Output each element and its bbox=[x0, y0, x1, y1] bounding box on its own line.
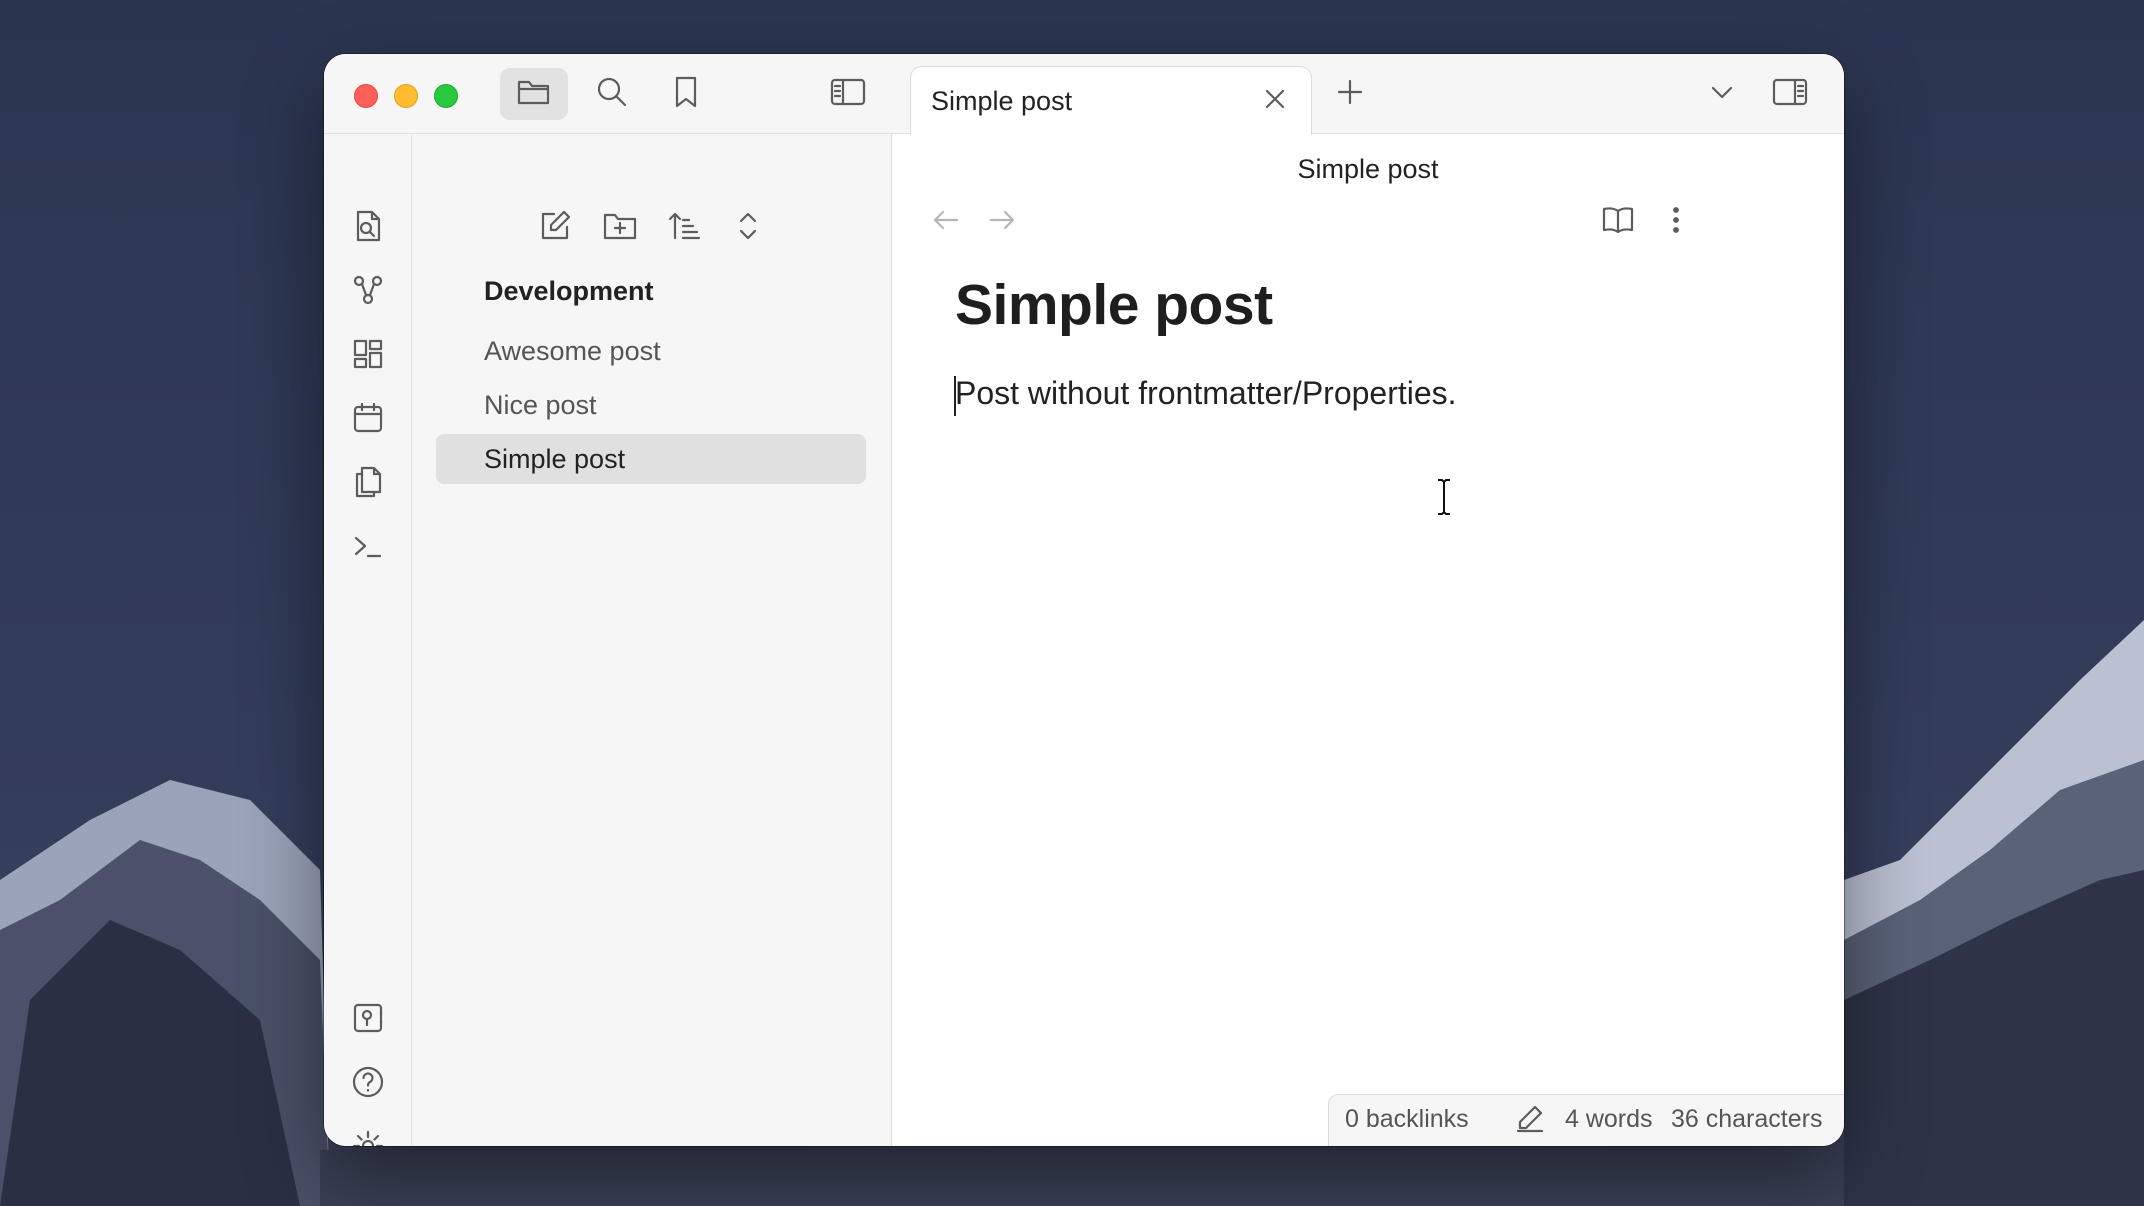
tab-list-button[interactable] bbox=[1700, 72, 1744, 116]
file-item-label: Nice post bbox=[484, 390, 597, 420]
settings-icon bbox=[351, 1129, 385, 1146]
more-vertical-icon bbox=[1671, 205, 1681, 240]
navigate-forward-button[interactable] bbox=[982, 202, 1022, 242]
sidebar-toggle-icon bbox=[830, 77, 866, 112]
note-title[interactable]: Simple post bbox=[955, 272, 1273, 338]
file-item-simple-post[interactable]: Simple post bbox=[436, 434, 866, 484]
arrow-left-icon bbox=[932, 208, 960, 237]
navigate-back-button[interactable] bbox=[926, 202, 966, 242]
canvas-button[interactable] bbox=[344, 332, 392, 380]
toggle-right-sidebar-button[interactable] bbox=[1764, 68, 1816, 120]
file-explorer-pane bbox=[412, 54, 892, 1146]
arrow-right-icon bbox=[988, 208, 1016, 237]
search-tab[interactable] bbox=[586, 68, 638, 120]
close-window-button[interactable] bbox=[354, 84, 378, 108]
sort-order-button[interactable] bbox=[660, 204, 708, 252]
collapse-all-button[interactable] bbox=[724, 204, 772, 252]
folder-development[interactable]: Development bbox=[484, 276, 654, 307]
help-icon bbox=[351, 1065, 385, 1104]
note-body[interactable]: Post without frontmatter/Properties. bbox=[955, 375, 1457, 412]
ibeam-cursor-icon bbox=[1434, 478, 1454, 521]
templates-button[interactable] bbox=[344, 460, 392, 508]
settings-button[interactable] bbox=[344, 1124, 392, 1146]
open-vault-button[interactable] bbox=[344, 996, 392, 1044]
graph-icon bbox=[351, 273, 385, 312]
graph-view-button[interactable] bbox=[344, 268, 392, 316]
close-tab-button[interactable] bbox=[1255, 81, 1295, 121]
canvas-icon bbox=[352, 338, 384, 375]
command-palette-button[interactable] bbox=[344, 524, 392, 572]
search-icon bbox=[595, 75, 629, 114]
sidebar-titlebar bbox=[324, 54, 892, 134]
status-bar: 0 backlinks 4 words 36 characters bbox=[1328, 1094, 1844, 1146]
collapse-expand-icon bbox=[734, 209, 762, 248]
help-button[interactable] bbox=[344, 1060, 392, 1108]
templates-icon bbox=[352, 465, 384, 504]
collapse-sidebar-button[interactable] bbox=[822, 68, 874, 120]
editor-pane: Simple post Simple post Simple post Post… bbox=[892, 54, 1844, 1146]
file-item-awesome-post[interactable]: Awesome post bbox=[436, 326, 866, 376]
sort-icon bbox=[667, 210, 701, 247]
bookmark-icon bbox=[672, 75, 700, 114]
reading-view-button[interactable] bbox=[1596, 200, 1640, 244]
quick-switcher-button[interactable] bbox=[344, 204, 392, 252]
plus-icon bbox=[1336, 78, 1364, 111]
character-count: 36 characters bbox=[1671, 1105, 1823, 1133]
word-count: 4 words bbox=[1565, 1105, 1653, 1133]
bookmarks-tab[interactable] bbox=[660, 68, 712, 120]
new-tab-button[interactable] bbox=[1328, 72, 1372, 116]
vault-switcher-icon bbox=[352, 1002, 384, 1039]
new-note-icon bbox=[538, 209, 572, 248]
tab-simple-post[interactable]: Simple post bbox=[910, 66, 1312, 135]
new-folder-button[interactable] bbox=[596, 204, 644, 252]
daily-notes-icon bbox=[352, 402, 384, 439]
app-window: Development Awesome post Nice post Simpl… bbox=[324, 54, 1844, 1146]
tab-label: Simple post bbox=[931, 86, 1073, 116]
zoom-window-button[interactable] bbox=[434, 84, 458, 108]
view-header-title[interactable]: Simple post bbox=[892, 154, 1844, 185]
chevron-down-icon bbox=[1708, 78, 1736, 111]
more-options-button[interactable] bbox=[1658, 200, 1694, 244]
new-note-button[interactable] bbox=[531, 204, 579, 252]
new-folder-icon bbox=[602, 210, 638, 247]
files-tab[interactable] bbox=[500, 68, 568, 120]
switcher-icon bbox=[352, 209, 384, 248]
file-item-label: Awesome post bbox=[484, 336, 661, 366]
right-sidebar-icon bbox=[1772, 77, 1808, 112]
minimize-window-button[interactable] bbox=[394, 84, 418, 108]
text-caret bbox=[954, 376, 956, 416]
editing-mode-icon[interactable] bbox=[1515, 1103, 1545, 1140]
close-icon bbox=[1263, 87, 1287, 116]
tab-bar: Simple post bbox=[892, 54, 1844, 135]
daily-note-button[interactable] bbox=[344, 396, 392, 444]
command-palette-icon bbox=[352, 532, 384, 565]
backlinks-count[interactable]: 0 backlinks bbox=[1345, 1105, 1469, 1134]
file-item-label: Simple post bbox=[484, 444, 626, 474]
file-item-nice-post[interactable]: Nice post bbox=[436, 380, 866, 430]
book-open-icon bbox=[1601, 205, 1635, 240]
folder-icon bbox=[516, 77, 552, 112]
